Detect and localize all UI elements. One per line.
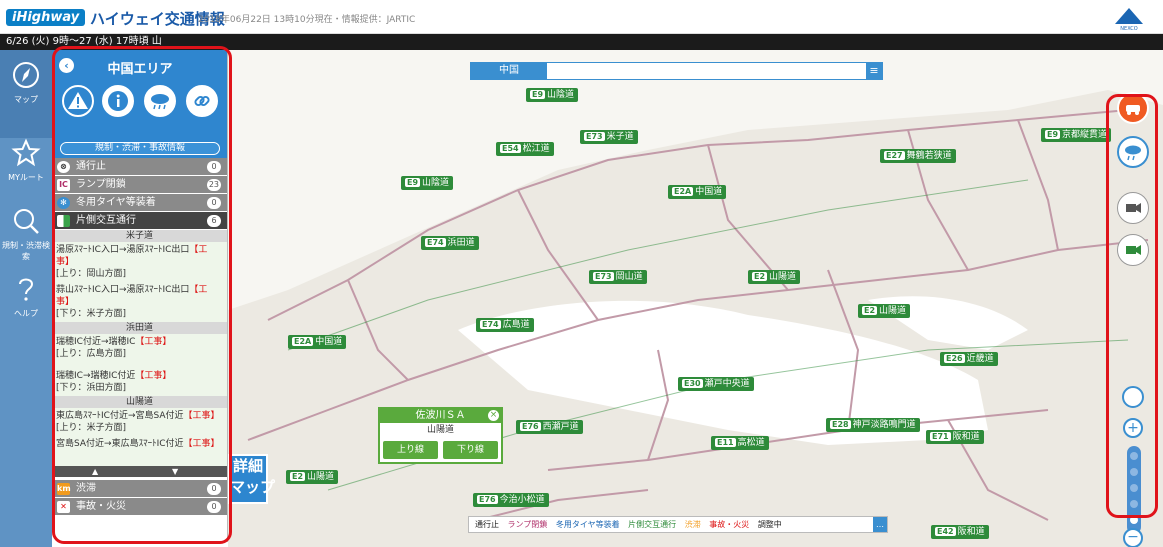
legend-ramp: ランプ閉鎖 (507, 520, 548, 529)
zoom-out-icon[interactable]: − (1123, 528, 1143, 547)
route-label[interactable]: E73 岡山道 (589, 270, 647, 284)
help-icon (19, 278, 34, 301)
legend-more-icon[interactable]: … (873, 517, 887, 532)
route-label[interactable]: E26 近畿道 (940, 352, 998, 366)
legend-accident: 事故・火災 (709, 520, 750, 529)
route-label[interactable]: E54 松江道 (496, 142, 554, 156)
svg-text:NEXCO: NEXCO (1120, 26, 1137, 32)
route-label[interactable]: E2A 中国道 (668, 185, 727, 199)
nav-map-label: マップ (14, 95, 38, 104)
route-label[interactable]: E2 山陽道 (858, 304, 911, 318)
app-header: iHighway ハイウェイ交通情報 2018年06月22日 13時10分現在・… (0, 0, 1163, 34)
route-label[interactable]: E2 山陽道 (286, 470, 339, 484)
legend-winter: 冬用タイヤ等装着 (555, 520, 620, 529)
popup-road: 山陽道 (426, 425, 454, 435)
sa-popup: 佐波川ＳＡ × 山陽道 上り線 下り線 (378, 407, 503, 464)
legend-alternating: 片側交互通行 (628, 520, 677, 529)
route-label[interactable]: E2A 中国道 (288, 335, 347, 349)
route-label[interactable]: E71 阪和道 (926, 430, 984, 444)
nexco-logo-icon: NEXCO (1115, 8, 1143, 32)
update-timestamp: 2018年06月22日 13時10分現在・情報提供：JARTIC (198, 15, 416, 25)
popup-title: 佐波川ＳＡ (380, 409, 501, 423)
nav-myroute-label: MYルート (8, 173, 44, 182)
legend-adjusting: 調整中 (757, 520, 782, 529)
route-label[interactable]: E28 神戸淡路鳴門道 (826, 418, 920, 432)
nav-map-button[interactable]: マップ (0, 50, 52, 138)
close-icon[interactable]: × (488, 410, 499, 421)
ihighway-logo[interactable]: iHighway (6, 9, 86, 26)
route-label[interactable]: E73 米子道 (580, 130, 638, 144)
map-view[interactable]: 中国 ≡ E9 山陰道 E73 米子道 E54 松江道 E2A 中国道 E27 舞鶴若狭道… (228, 50, 1163, 547)
map-canvas[interactable] (228, 50, 1163, 547)
down-line-button[interactable]: 下り線 (443, 441, 498, 459)
route-label[interactable]: E9 京都縦貫道 (1041, 128, 1112, 142)
route-label[interactable]: E2 山陽道 (748, 270, 801, 284)
side-nav: マップ MYルート 規制・渋滞検索 ヘルプ (0, 50, 52, 547)
star-icon (11, 138, 41, 167)
legend-closure: 通行止 (475, 520, 499, 529)
legend-congestion: 渋滞 (684, 520, 701, 529)
map-legend: 通行止 ランプ閉鎖 冬用タイヤ等装着 片側交互通行 渋滞 事故・火災 調整中 … (468, 516, 888, 533)
detail-map-button[interactable]: 詳細 マップ (228, 454, 275, 504)
highlight-frame-panel (52, 46, 232, 544)
up-line-button[interactable]: 上り線 (383, 441, 438, 459)
route-label[interactable]: E27 舞鶴若狭道 (880, 149, 956, 163)
nav-help-label: ヘルプ (14, 309, 38, 318)
area-search-bar[interactable]: 中国 ≡ (470, 62, 883, 80)
highlight-frame-controls (1106, 94, 1158, 518)
nav-help-button[interactable]: ヘルプ (0, 264, 52, 352)
route-label[interactable]: E74 浜田道 (421, 236, 479, 250)
route-label[interactable]: E9 山陰道 (401, 176, 454, 190)
route-label[interactable]: E42 阪和道 (931, 525, 989, 539)
route-label[interactable]: E76 西瀬戸道 (516, 420, 583, 434)
route-label[interactable]: E9 山陰道 (526, 88, 579, 102)
route-label[interactable]: E74 広島道 (476, 318, 534, 332)
area-select[interactable]: 中国 (471, 63, 547, 79)
menu-icon[interactable]: ≡ (866, 63, 882, 79)
route-label[interactable]: E11 高松道 (711, 436, 769, 450)
route-label[interactable]: E76 今治小松道 (473, 493, 549, 507)
route-label[interactable]: E30 瀬戸中央道 (678, 377, 754, 391)
compass-icon (13, 62, 39, 88)
nav-search-label: 規制・渋滞検索 (2, 241, 50, 261)
search-icon (14, 209, 39, 234)
